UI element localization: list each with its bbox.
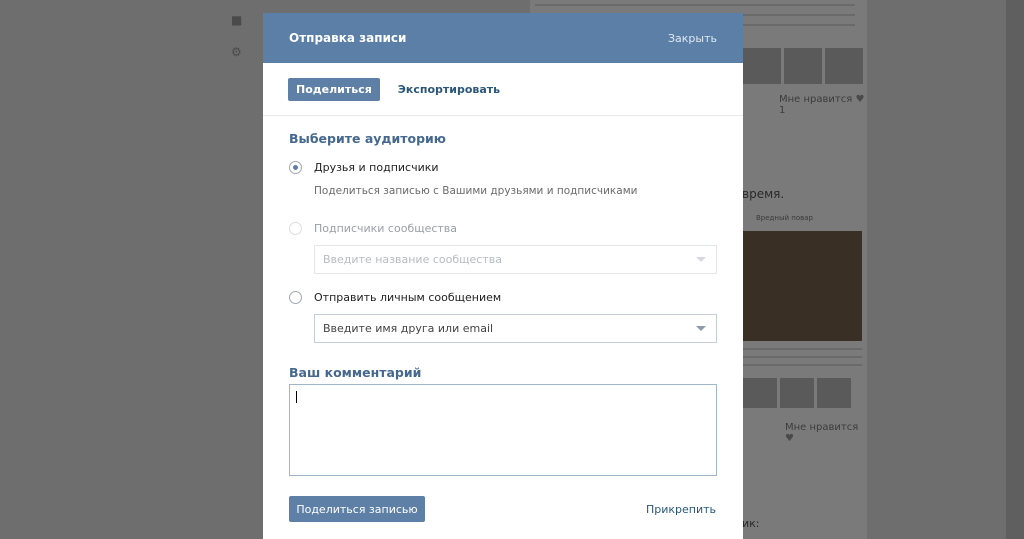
- attach-link[interactable]: Прикрепить: [646, 503, 716, 516]
- heart-icon: ♥: [785, 433, 794, 444]
- option-community-label: Подписчики сообщества: [314, 222, 458, 235]
- thumbnail: [743, 48, 781, 84]
- bottom-text: ик:: [742, 517, 760, 530]
- thumbnail: [817, 378, 851, 408]
- text-line: [705, 4, 855, 6]
- thumbnail: [780, 378, 814, 408]
- chevron-down-icon: [696, 257, 706, 262]
- thumbnail: [784, 48, 822, 84]
- gear-icon: ⚙: [231, 45, 242, 59]
- comment-icon: ■: [231, 13, 243, 27]
- comment-input[interactable]: [289, 384, 717, 476]
- dialog-title: Отправка записи: [289, 31, 407, 45]
- share-dialog: Отправка записи Закрыть Поделиться Экспо…: [263, 13, 743, 539]
- option-community: Подписчики сообщества: [289, 222, 457, 235]
- comment-title: Ваш комментарий: [289, 365, 422, 380]
- text-line: [535, 4, 705, 6]
- text-caret: [296, 391, 297, 403]
- community-select: Введите название сообщества: [314, 245, 717, 274]
- share-post-button[interactable]: Поделиться записью: [289, 496, 425, 522]
- tab-bar: Поделиться Экспортировать: [263, 63, 743, 116]
- likes-2: Мне нравится ♥: [785, 422, 867, 444]
- likes-count: 1: [779, 105, 786, 116]
- close-link[interactable]: Закрыть: [668, 32, 717, 45]
- friend-select[interactable]: Введите имя друга или email: [314, 314, 717, 343]
- thumb-row: [743, 378, 851, 408]
- tab-share[interactable]: Поделиться: [288, 77, 380, 101]
- option-friends-hint: Поделиться записью с Вашими друзьями и п…: [314, 185, 638, 197]
- tab-export[interactable]: Экспортировать: [390, 78, 508, 101]
- likes-1: Мне нравится ♥ 1: [779, 94, 867, 116]
- thumbnail: [743, 378, 777, 408]
- scrollbar-area: [1006, 0, 1024, 539]
- likes-label: Мне нравится: [779, 94, 853, 105]
- radio-message[interactable]: [289, 291, 302, 304]
- option-friends-label: Друзья и подписчики: [314, 161, 439, 174]
- radio-community: [289, 222, 302, 235]
- left-icons: ■ ⚙: [231, 14, 245, 78]
- radio-friends[interactable]: [289, 161, 302, 174]
- likes-label: Мне нравится: [785, 422, 859, 433]
- feed-text: время.: [742, 187, 785, 201]
- friend-select-placeholder: Введите имя друга или email: [323, 322, 494, 335]
- community-select-placeholder: Введите название сообщества: [323, 253, 502, 266]
- thumb-row: [743, 48, 863, 84]
- thumbnail: [825, 48, 863, 84]
- text-line: [742, 348, 862, 350]
- heart-icon: ♥: [855, 94, 865, 105]
- pic-caption: Вредный повар: [756, 214, 813, 222]
- option-friends[interactable]: Друзья и подписчики: [289, 161, 439, 174]
- option-message-label: Отправить личным сообщением: [314, 291, 502, 304]
- option-message[interactable]: Отправить личным сообщением: [289, 291, 501, 304]
- text-line: [742, 364, 862, 366]
- audience-title: Выберите аудиторию: [289, 131, 446, 146]
- dialog-header: Отправка записи Закрыть: [263, 13, 743, 63]
- post-image: [742, 231, 862, 341]
- chevron-down-icon[interactable]: [696, 326, 706, 331]
- text-line: [742, 356, 862, 358]
